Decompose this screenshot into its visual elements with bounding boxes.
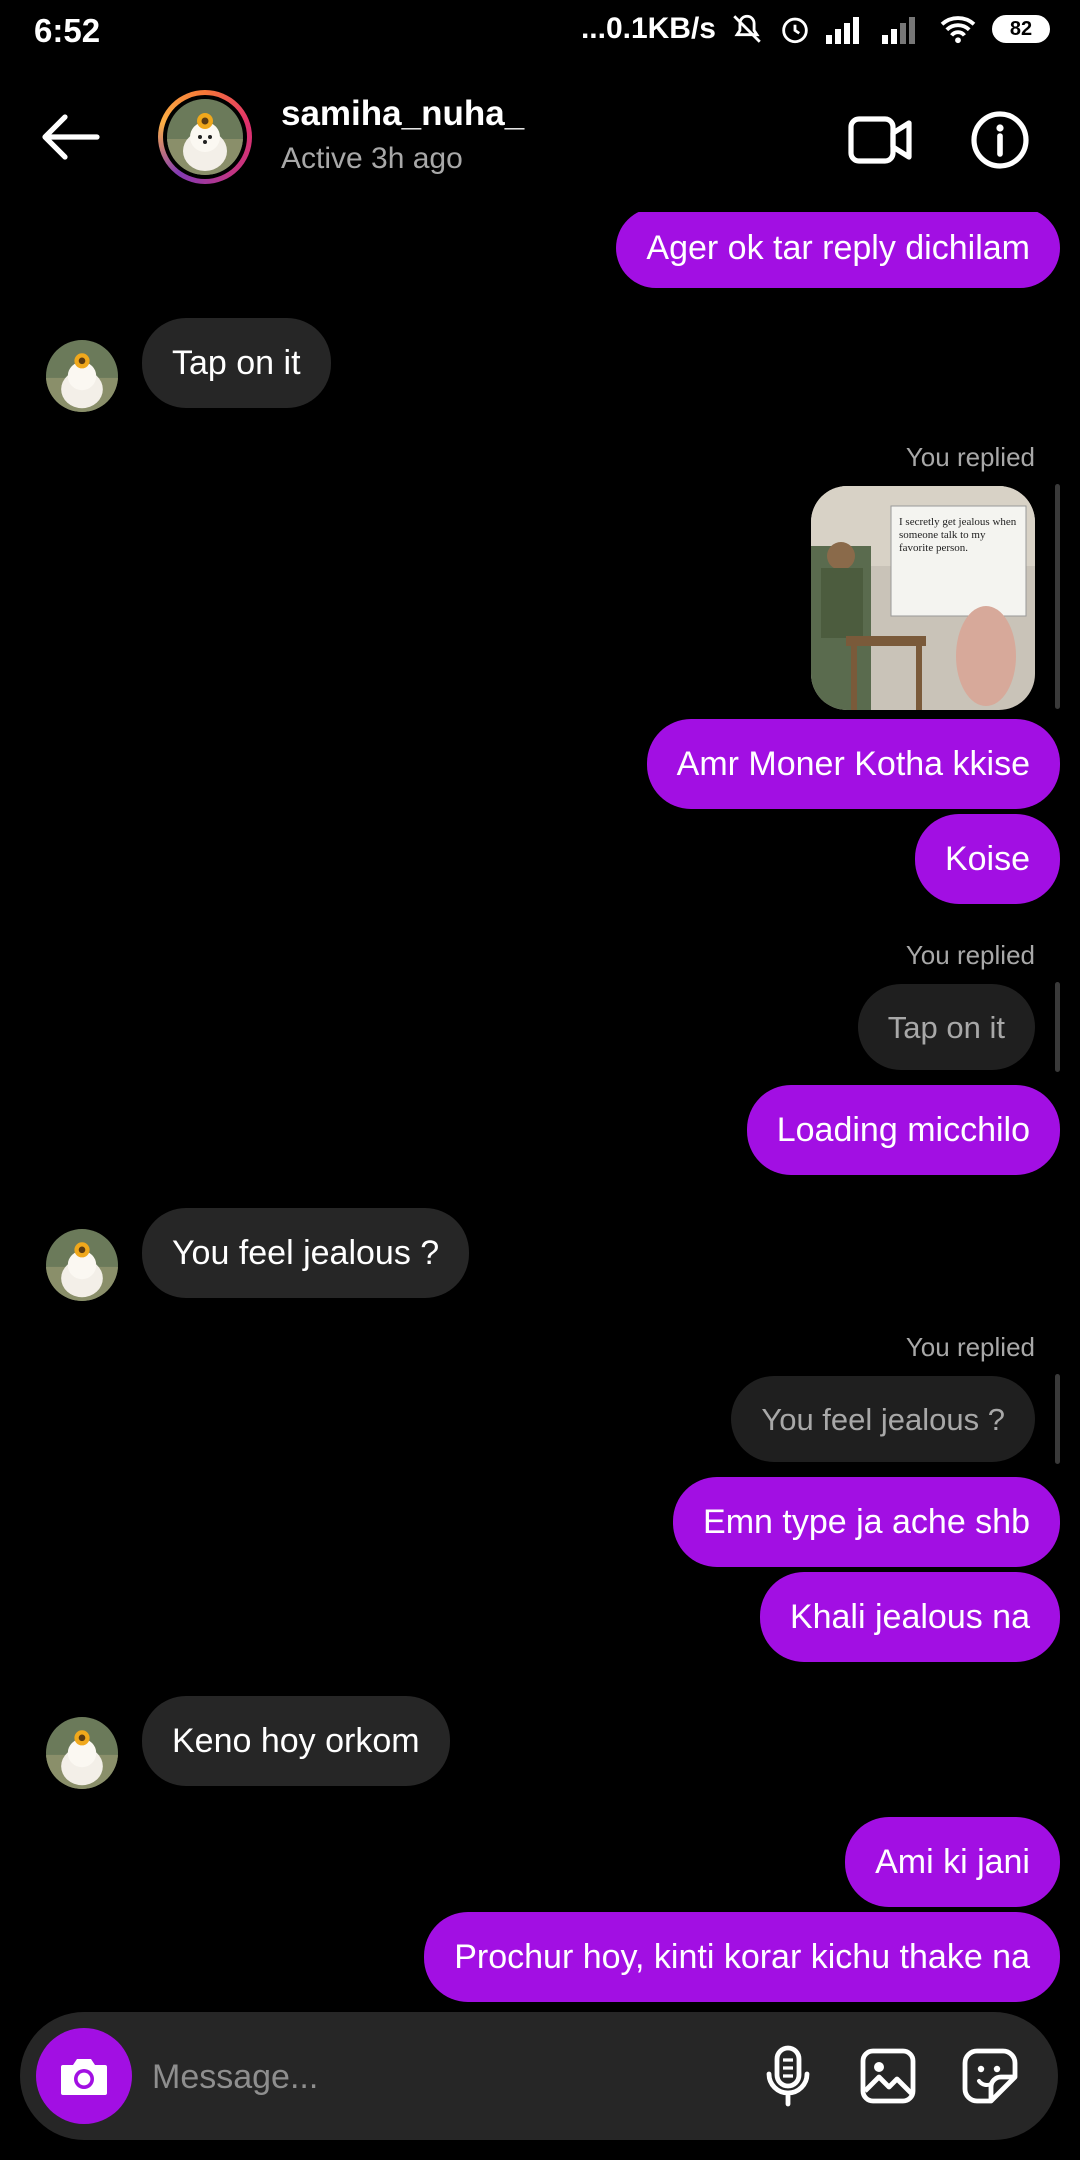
signal-2-icon xyxy=(882,14,924,44)
replied-label: You replied xyxy=(905,940,1035,970)
network-speed: ...0.1KB/s xyxy=(580,12,716,45)
wifi-icon xyxy=(938,13,978,45)
replied-label: You replied xyxy=(905,442,1035,472)
status-bar: 6:52 ...0.1KB/s 82 xyxy=(0,0,1080,62)
reply-indicator xyxy=(1055,982,1060,1072)
image-icon xyxy=(860,2048,916,2104)
info-icon xyxy=(971,111,1029,169)
incoming-message[interactable]: You feel jealous ? xyxy=(142,1208,470,1298)
message-composer xyxy=(20,2012,1058,2140)
status-time: 6:52 xyxy=(34,12,101,49)
sender-avatar xyxy=(46,1717,118,1789)
replied-image[interactable]: I secretly get jealous when someone talk… xyxy=(811,486,1035,710)
chat-username[interactable]: samiha_nuha_ xyxy=(281,94,524,134)
outgoing-message[interactable]: Khali jealous na xyxy=(759,1572,1060,1662)
chat-header: samiha_nuha_ Active 3h ago xyxy=(0,62,1080,212)
quoted-message[interactable]: You feel jealous ? xyxy=(731,1376,1035,1462)
outgoing-message[interactable]: Ami ki jani xyxy=(845,1817,1060,1907)
outgoing-message[interactable]: Emn type ja ache shb xyxy=(673,1477,1060,1567)
battery-indicator: 82 xyxy=(992,15,1050,43)
message-list[interactable]: Ager ok tar reply dichilam Tap on it You… xyxy=(0,212,1080,2002)
sticker-button[interactable] xyxy=(952,2038,1028,2114)
outgoing-message[interactable]: Loading micchilo xyxy=(746,1085,1060,1175)
back-button[interactable] xyxy=(36,102,106,172)
video-camera-icon xyxy=(848,116,912,164)
gallery-button[interactable] xyxy=(850,2038,926,2114)
mute-icon xyxy=(730,12,764,46)
quoted-message[interactable]: Tap on it xyxy=(857,984,1035,1070)
status-icons: ...0.1KB/s 82 xyxy=(581,12,1050,46)
outgoing-message[interactable]: Koise xyxy=(914,814,1060,904)
message-input[interactable] xyxy=(150,2036,714,2118)
alarm-icon xyxy=(778,12,812,46)
video-call-button[interactable] xyxy=(840,100,920,180)
image-caption: I secretly get jealous when someone talk… xyxy=(899,516,1017,555)
reply-indicator xyxy=(1055,484,1060,709)
replied-label: You replied xyxy=(905,1332,1035,1362)
outgoing-message[interactable]: Prochur hoy, kinti korar kichu thake na xyxy=(424,1912,1060,2002)
sender-avatar xyxy=(46,1229,118,1301)
sender-avatar xyxy=(46,340,118,412)
info-button[interactable] xyxy=(960,100,1040,180)
incoming-message[interactable]: Keno hoy orkom xyxy=(142,1696,450,1786)
profile-avatar[interactable] xyxy=(158,90,252,184)
microphone-button[interactable] xyxy=(750,2038,826,2114)
microphone-icon xyxy=(766,2045,810,2107)
incoming-message[interactable]: Tap on it xyxy=(142,318,331,408)
camera-icon xyxy=(61,2059,107,2095)
sticker-icon xyxy=(962,2048,1018,2104)
signal-icon xyxy=(826,14,868,44)
outgoing-message[interactable]: Amr Moner Kotha kkise xyxy=(646,719,1060,809)
avatar-image xyxy=(167,99,243,175)
camera-button[interactable] xyxy=(36,2028,132,2124)
outgoing-message[interactable]: Ager ok tar reply dichilam xyxy=(616,212,1060,288)
reply-indicator xyxy=(1055,1374,1060,1464)
arrow-left-icon xyxy=(42,114,100,160)
active-status: Active 3h ago xyxy=(281,142,463,175)
